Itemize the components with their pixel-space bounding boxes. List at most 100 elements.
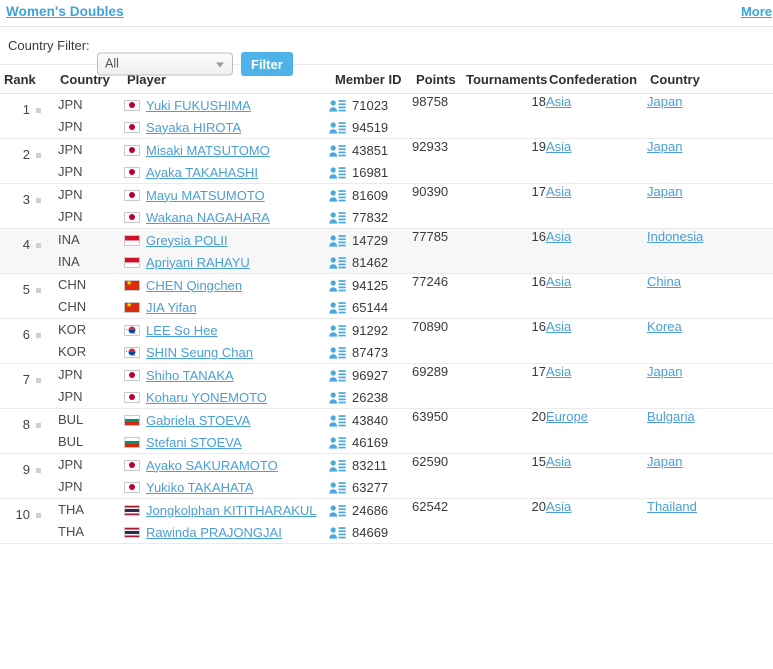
flag-icon-tha [124,504,140,516]
confederation-link[interactable]: Asia [546,274,571,289]
player-name-link[interactable]: Greysia POLII [146,233,228,248]
cell-players: Shiho TANAKA Koharu YONEMOTO [124,364,329,409]
member-card-icon [329,436,346,449]
player-entry: Ayaka TAKAHASHI [124,161,329,183]
cell-country-code: CHN CHN [58,274,124,319]
country-link[interactable]: Korea [647,319,682,334]
player-name-link[interactable]: Jongkolphan KITITHARAKUL [146,503,317,518]
country-link[interactable]: Japan [647,139,682,154]
cell-confederation: Asia [546,94,647,139]
table-row[interactable]: 2 JPN JPN Misaki MATSUTOMO Ayaka TAKAHASHI 43… [0,139,773,184]
table-row[interactable]: 3 JPN JPN Mayu MATSUMOTO Wakana NAGAHARA 8160… [0,184,773,229]
cell-points: 70890 [412,319,463,364]
player-name-link[interactable]: Stefani STOEVA [146,435,242,450]
member-id-value: 83211 [352,457,388,473]
confederation-link[interactable]: Europe [546,409,588,424]
player-name-link[interactable]: Rawinda PRAJONGJAI [146,525,282,540]
cell-country-name: Bulgaria [647,409,773,454]
cell-confederation: Asia [546,274,647,319]
player-country-code: KOR [58,322,87,337]
player-name-link[interactable]: Misaki MATSUTOMO [146,143,270,158]
table-row[interactable]: 6 KOR KOR LEE So Hee SHIN Seung Chan 91292 874… [0,319,773,364]
cell-rank: 10 [0,499,58,544]
player-name-link[interactable]: Apriyani RAHAYU [146,255,250,270]
player-name-link[interactable]: Mayu MATSUMOTO [146,188,265,203]
player-country-code: INA [58,232,80,247]
player-name-link[interactable]: Yukiko TAKAHATA [146,480,253,495]
cell-confederation: Asia [546,499,647,544]
country-link[interactable]: Thailand [647,499,697,514]
country-filter-select[interactable]: All [97,52,233,76]
player-name-link[interactable]: Sayaka HIROTA [146,120,241,135]
rank-change-marker-icon [36,423,41,428]
member-id-entry: 43851 [329,139,412,161]
rank-value: 9 [22,462,30,477]
country-link[interactable]: Japan [647,454,682,469]
player-entry: Jongkolphan KITITHARAKUL [124,499,329,521]
table-row[interactable]: 10 THA THA Jongkolphan KITITHARAKUL Rawinda … [0,499,773,544]
cell-member-ids: 24686 84669 [329,499,412,544]
flag-icon-bul [124,414,140,426]
section-header: Women's Doubles More [0,0,773,27]
confederation-link[interactable]: Asia [546,364,571,379]
confederation-link[interactable]: Asia [546,319,571,334]
col-header-tournaments[interactable]: Tournaments [463,65,547,94]
table-row[interactable]: 8 BUL BUL Gabriela STOEVA Stefani STOEVA 4384… [0,409,773,454]
filter-button[interactable]: Filter [241,52,293,76]
player-name-link[interactable]: Shiho TANAKA [146,368,234,383]
confederation-link[interactable]: Asia [546,94,571,109]
rank-change-marker-icon [36,108,41,113]
table-row[interactable]: 1 JPN JPN Yuki FUKUSHIMA Sayaka HIROTA 71023 9… [0,94,773,139]
col-header-country-name[interactable]: Country [647,65,773,94]
member-card-icon [329,99,346,112]
confederation-link[interactable]: Asia [546,229,571,244]
cell-rank: 9 [0,454,58,499]
table-row[interactable]: 5 CHN CHN CHEN Qingchen JIA Yifan 94125 65144 7… [0,274,773,319]
col-header-member-id[interactable]: Member ID [329,65,412,94]
player-name-link[interactable]: Ayako SAKURAMOTO [146,458,278,473]
country-filter-label: Country Filter: [8,38,90,53]
country-link[interactable]: Japan [647,364,682,379]
player-name-link[interactable]: Yuki FUKUSHIMA [146,98,251,113]
confederation-link[interactable]: Asia [546,139,571,154]
cell-country-name: Korea [647,319,773,364]
cell-points: 92933 [412,139,463,184]
player-entry: Apriyani RAHAYU [124,251,329,273]
player-name-link[interactable]: Koharu YONEMOTO [146,390,267,405]
col-header-rank[interactable]: Rank [0,65,58,94]
col-header-confederation[interactable]: Confederation [546,65,647,94]
player-name-link[interactable]: Ayaka TAKAHASHI [146,165,258,180]
country-link[interactable]: Japan [647,184,682,199]
confederation-link[interactable]: Asia [546,499,571,514]
more-link[interactable]: More [741,4,772,19]
member-card-icon [329,166,346,179]
player-country-code: THA [58,502,84,517]
country-link[interactable]: Bulgaria [647,409,695,424]
country-link[interactable]: China [647,274,681,289]
member-card-icon [329,144,346,157]
member-id-value: 77832 [352,209,389,225]
member-card-icon [329,211,346,224]
category-title-link[interactable]: Women's Doubles [6,4,124,19]
confederation-link[interactable]: Asia [546,184,571,199]
cell-country-code: BUL BUL [58,409,124,454]
cell-member-ids: 43851 16981 [329,139,412,184]
member-id-entry: 91292 [329,319,412,341]
player-name-link[interactable]: LEE So Hee [146,323,218,338]
country-link[interactable]: Japan [647,94,682,109]
col-header-points[interactable]: Points [412,65,463,94]
player-name-link[interactable]: JIA Yifan [146,300,197,315]
member-card-icon [329,279,346,292]
confederation-link[interactable]: Asia [546,454,571,469]
member-id-entry: 94125 [329,274,412,296]
table-row[interactable]: 4 INA INA Greysia POLII Apriyani RAHAYU 14729… [0,228,773,274]
country-link[interactable]: Indonesia [647,229,703,244]
player-name-link[interactable]: Wakana NAGAHARA [146,210,270,225]
player-name-link[interactable]: CHEN Qingchen [146,278,242,293]
cell-rank: 4 [0,229,58,274]
player-name-link[interactable]: Gabriela STOEVA [146,413,250,428]
table-row[interactable]: 9 JPN JPN Ayako SAKURAMOTO Yukiko TAKAHATA 83… [0,454,773,499]
player-name-link[interactable]: SHIN Seung Chan [146,345,253,360]
table-row[interactable]: 7 JPN JPN Shiho TANAKA Koharu YONEMOTO 96927 2… [0,364,773,409]
rank-value: 3 [22,192,30,207]
